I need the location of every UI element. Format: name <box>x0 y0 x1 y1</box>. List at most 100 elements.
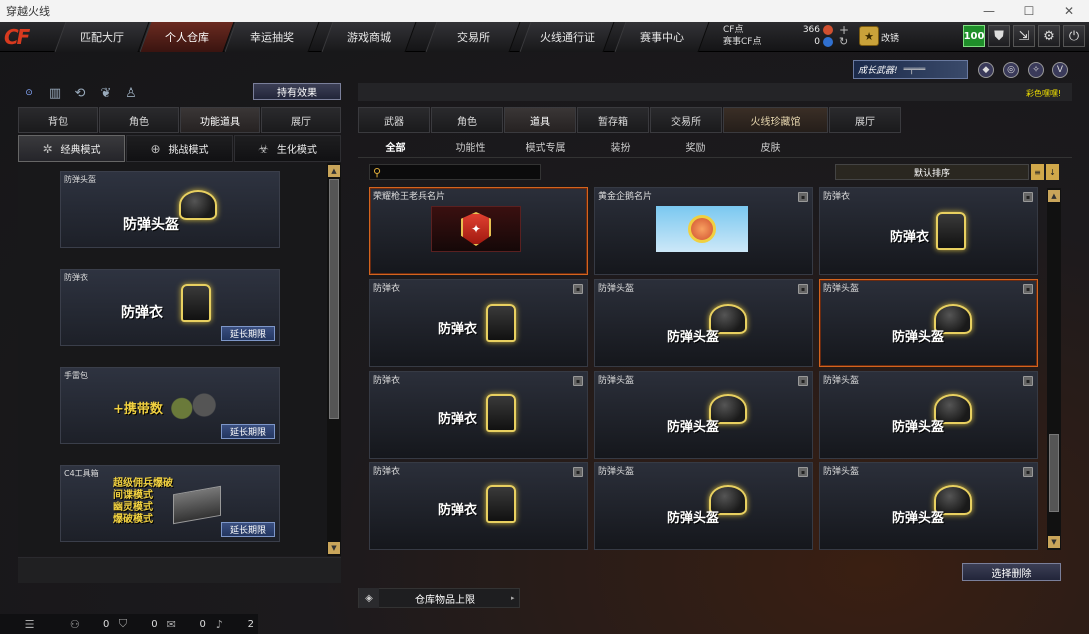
speaker-icon[interactable]: ♪ <box>210 618 229 631</box>
search-input[interactable]: ⚲ <box>369 164 541 180</box>
v-badge-icon[interactable]: V <box>1052 62 1068 78</box>
color-note: 彩色嘿嘿! <box>1026 89 1062 98</box>
wing-icon[interactable]: ✧ <box>1028 62 1044 78</box>
clan-shield-icon[interactable]: ⛉ <box>113 617 132 631</box>
grid-scrollbar[interactable]: ▲ ▼ <box>1047 188 1061 550</box>
list-view-icon[interactable]: ≡ <box>1031 164 1044 180</box>
capacity-label: 仓库物品上限 <box>415 594 475 606</box>
grenade-icon <box>165 388 221 422</box>
item-card[interactable]: 防弹衣 ▪ 防弹衣 <box>369 462 588 550</box>
tab-event-center[interactable]: 赛事中心 <box>614 22 710 52</box>
layers-icon: ◈ <box>359 588 379 608</box>
rotate-icon[interactable]: ⟲ <box>71 84 89 102</box>
scroll-up-icon[interactable]: ▲ <box>1048 190 1060 202</box>
tab-props[interactable]: 道具 <box>504 107 576 133</box>
maximize-button[interactable]: ☐ <box>1009 0 1049 22</box>
tab-roles[interactable]: 角色 <box>431 107 503 133</box>
item-card[interactable]: 防弹头盔 ▪ 防弹头盔 <box>819 279 1038 367</box>
left-scrollbar[interactable]: ▲ ▼ <box>327 163 341 556</box>
tab-weapons[interactable]: 武器 <box>358 107 430 133</box>
close-button[interactable]: ✕ <box>1049 0 1089 22</box>
equipped-item[interactable]: 防弹头盔 防弹头盔 <box>60 171 280 248</box>
capacity-bar[interactable]: ◈ 仓库物品上限 ▸ <box>358 588 520 608</box>
filter-all[interactable]: 全部 <box>358 136 433 156</box>
extend-button[interactable]: 延长期限 <box>221 522 275 537</box>
power-icon[interactable]: ⏻ <box>1063 25 1085 47</box>
item-card[interactable]: 防弹头盔 ▪ 防弹头盔 <box>594 279 813 367</box>
mode-classic[interactable]: ✲ 经典模式 <box>18 135 125 162</box>
tab-lucky-draw[interactable]: 幸运抽奖 <box>224 22 320 52</box>
tab-trade[interactable]: 交易所 <box>650 107 722 133</box>
tab-exchange[interactable]: 交易所 <box>425 22 521 52</box>
equipped-item[interactable]: C4工具箱 超级佣兵爆破 间谍模式 幽灵模式 爆破模式 延长期限 <box>60 465 280 542</box>
broadcast-count: 2 <box>247 618 255 630</box>
vest-icon <box>486 304 516 342</box>
select-delete-button[interactable]: 选择删除 <box>962 563 1061 581</box>
cf-logo[interactable]: CF <box>4 25 56 49</box>
menu-icon[interactable]: ☰ <box>20 618 39 631</box>
lock-icon: ▪ <box>798 192 808 202</box>
tab-game-mall[interactable]: 游戏商城 <box>321 22 417 52</box>
emblem-icon[interactable]: ◆ <box>978 62 994 78</box>
crosshair-icon: ✲ <box>42 141 53 156</box>
equipped-item[interactable]: 手雷包 +携带数 延长期限 <box>60 367 280 444</box>
chat-icon[interactable]: ✉ <box>162 618 181 631</box>
sort-dropdown[interactable]: 默认排序 <box>835 164 1029 180</box>
mode-zombie[interactable]: ☣ 生化模式 <box>234 135 341 162</box>
tab-battle-pass[interactable]: 火线通行证 <box>519 22 615 52</box>
friends-icon[interactable]: ⚇ <box>65 618 84 631</box>
item-card[interactable]: 防弹头盔 ▪ 防弹头盔 <box>819 462 1038 550</box>
extend-button[interactable]: 延长期限 <box>221 326 275 341</box>
fire-icon[interactable]: ❦ <box>97 84 115 102</box>
item-card[interactable]: 防弹头盔 ▪ 防弹头盔 <box>594 371 813 459</box>
gear-icon[interactable]: ⚙ <box>1038 25 1060 47</box>
scroll-up-icon[interactable]: ▲ <box>328 165 340 177</box>
chat-count: 0 <box>199 618 206 630</box>
challenge-icon: ⊕ <box>150 141 161 156</box>
filter-mode-exclusive[interactable]: 模式专属 <box>508 136 583 156</box>
growth-weapon-banner[interactable]: 成长武器! ═╤══ <box>853 60 968 79</box>
hold-effect-button[interactable]: 持有效果 <box>253 83 341 100</box>
scroll-down-icon[interactable]: ▼ <box>1048 536 1060 548</box>
item-card[interactable]: 防弹头盔 ▪ 防弹头盔 <box>594 462 813 550</box>
toggle-off-icon[interactable]: ⊙ <box>20 84 38 102</box>
item-card[interactable]: 防弹头盔 ▪ 防弹头盔 <box>819 371 1038 459</box>
minimize-button[interactable]: — <box>969 0 1009 22</box>
tab-match-lobby[interactable]: 匹配大厅 <box>54 22 150 52</box>
shield-icon[interactable]: ⛊ <box>988 25 1010 47</box>
tab-hall[interactable]: 展厅 <box>829 107 901 133</box>
bottom-status-bar: ☰ ⚇ 0 ⛉ 0 ✉ 0 ♪ 2 <box>0 614 258 634</box>
flask-icon[interactable]: ♙ <box>122 84 140 102</box>
scroll-thumb[interactable] <box>1049 434 1059 512</box>
tab-function-items[interactable]: 功能道具 <box>180 107 260 133</box>
points-labels: CF点 赛事CF点 <box>723 24 761 48</box>
refresh-icon[interactable]: ↻ <box>839 35 848 48</box>
extend-button[interactable]: 延长期限 <box>221 424 275 439</box>
filter-functional[interactable]: 功能性 <box>433 136 508 156</box>
search-icon: ⚲ <box>373 165 382 179</box>
equipped-item[interactable]: 防弹衣 防弹衣 延长期限 <box>60 269 280 346</box>
tab-character[interactable]: 角色 <box>99 107 179 133</box>
filter-reward[interactable]: 奖励 <box>658 136 733 156</box>
tab-personal-warehouse[interactable]: 个人仓库 <box>139 22 235 52</box>
cf-points-label: CF点 <box>723 25 744 35</box>
lock-icon: ▪ <box>573 376 583 386</box>
item-card[interactable]: 防弹衣 ▪ 防弹衣 <box>819 187 1038 275</box>
filter-dressup[interactable]: 装扮 <box>583 136 658 156</box>
helmet-icon <box>179 190 217 220</box>
chart-icon[interactable]: ▥ <box>46 84 64 102</box>
scroll-thumb[interactable] <box>329 179 339 419</box>
tab-collection[interactable]: 火线珍藏馆 <box>723 107 828 133</box>
level-badge[interactable]: 100 <box>963 25 985 47</box>
sort-order-icon[interactable]: ↓ <box>1046 164 1059 180</box>
item-card[interactable]: 防弹衣 ▪ 防弹衣 <box>369 371 588 459</box>
filter-skin[interactable]: 皮肤 <box>733 136 808 156</box>
scroll-down-icon[interactable]: ▼ <box>328 542 340 554</box>
tab-storage[interactable]: 暂存箱 <box>577 107 649 133</box>
tab-backpack[interactable]: 背包 <box>18 107 98 133</box>
tab-showroom[interactable]: 展厅 <box>261 107 341 133</box>
logout-icon[interactable]: ⇲ <box>1013 25 1035 47</box>
target-icon[interactable]: ◎ <box>1003 62 1019 78</box>
item-card[interactable]: 防弹衣 ▪ 防弹衣 <box>369 279 588 367</box>
mode-challenge[interactable]: ⊕ 挑战模式 <box>126 135 233 162</box>
